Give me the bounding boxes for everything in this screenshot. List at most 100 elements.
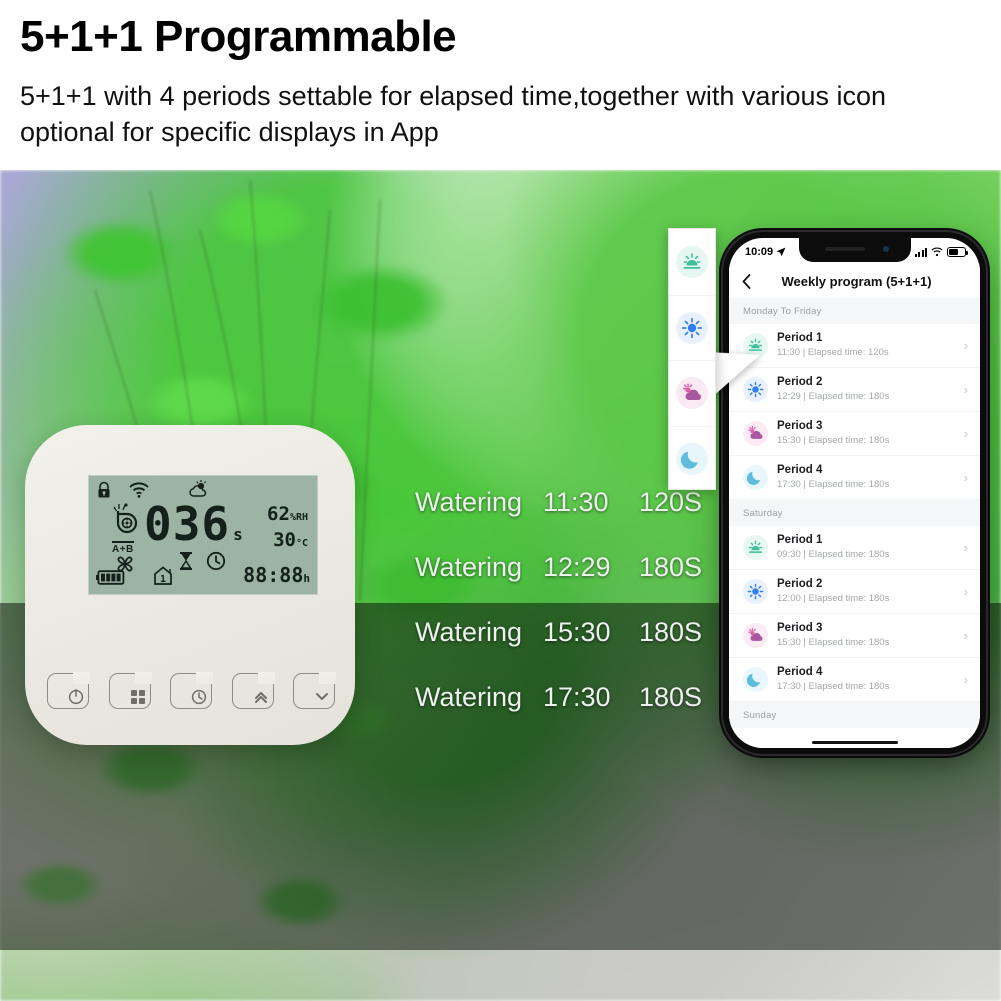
watering-time: 15:30	[543, 617, 611, 647]
battery-icon	[947, 247, 968, 257]
power-button[interactable]	[47, 672, 90, 709]
icon-option-callout-panel	[668, 228, 716, 490]
earpiece-speaker	[824, 247, 865, 251]
page-root: 5+1+1 Programmable 5+1+1 with 4 periods …	[0, 0, 1001, 1001]
chevron-right-icon: ›	[963, 584, 968, 599]
callout-item-sun[interactable]	[669, 294, 715, 361]
watering-row: Watering 12:29 180S	[415, 535, 715, 600]
period-title: Period 4	[777, 666, 823, 678]
period-meta: 15:30 | Elapsed time: 180s	[777, 637, 890, 648]
weekly-program-list[interactable]: Monday To Friday Period 1 11:30 | Elapse…	[729, 298, 980, 748]
status-bar-right	[915, 247, 968, 257]
callout-item-moon[interactable]	[669, 425, 715, 492]
sun-icon	[743, 579, 768, 604]
watering-row: Watering 17:30 180S	[415, 665, 715, 730]
status-time: 10:09	[745, 246, 774, 258]
lcd-humidity: 62%RH	[267, 503, 308, 525]
wifi-icon	[129, 482, 149, 498]
timer-button[interactable]	[170, 672, 213, 709]
period-text: Period 4 17:30 | Elapsed time: 180s	[777, 665, 955, 694]
period-title: Period 1	[777, 534, 823, 546]
up-button[interactable]	[231, 672, 275, 709]
watering-label: Watering	[415, 552, 523, 582]
period-text: Period 4 17:30 | Elapsed time: 180s	[777, 463, 955, 492]
period-meta: 17:30 | Elapsed time: 180s	[777, 479, 890, 490]
app-title: Weekly program (5+1+1)	[781, 273, 932, 289]
device-lcd-display: A+B 036 s 62%RH 30°C 1 88:88h	[88, 475, 318, 595]
period-row[interactable]: Period 4 17:30 | Elapsed time: 180s ›	[729, 658, 980, 702]
moon-icon	[676, 442, 708, 475]
page-title: 5+1+1 Programmable	[20, 12, 457, 61]
home-indicator	[811, 740, 898, 744]
menu-button[interactable]	[108, 672, 152, 709]
period-meta: 09:30 | Elapsed time: 180s	[777, 549, 890, 560]
lock-icon	[98, 481, 110, 498]
period-title: Period 2	[777, 578, 823, 590]
period-text: Period 2 12:00 | Elapsed time: 180s	[777, 577, 955, 606]
watering-label: Watering	[415, 617, 523, 647]
watering-schedule-overlay: Watering 11:30 120S Watering 12:29 180S …	[415, 470, 715, 730]
watering-duration: 180S	[639, 682, 703, 712]
sunrise-icon	[676, 245, 708, 278]
irrigation-controller-device: A+B 036 s 62%RH 30°C 1 88:88h	[25, 425, 355, 745]
power-icon	[68, 688, 84, 705]
partly-cloudy-icon	[676, 377, 708, 410]
chevron-right-icon: ›	[963, 540, 968, 555]
period-title: Period 1	[777, 332, 823, 344]
app-navigation-bar: Weekly program (5+1+1)	[729, 264, 980, 298]
period-title: Period 4	[777, 464, 823, 476]
location-arrow-icon	[776, 247, 786, 257]
callout-item-partly-cloudy[interactable]	[669, 360, 715, 426]
cellular-bars-icon	[915, 247, 927, 257]
period-row[interactable]: Period 4 17:30 | Elapsed time: 180s ›	[729, 456, 980, 500]
period-meta: 12:29 | Elapsed time: 180s	[777, 391, 890, 402]
period-text: Period 2 12:29 | Elapsed time: 180s	[777, 375, 955, 404]
front-camera	[882, 246, 889, 252]
down-button[interactable]	[293, 672, 336, 709]
watering-duration: 180S	[639, 617, 703, 647]
moon-icon	[743, 667, 768, 692]
watering-time: 12:29	[543, 552, 611, 582]
period-meta: 12:00 | Elapsed time: 180s	[777, 593, 890, 604]
period-title: Period 3	[777, 622, 823, 634]
moon-icon	[743, 465, 768, 490]
watering-label: Watering	[415, 682, 523, 712]
back-button[interactable]	[729, 273, 763, 289]
chevron-left-icon	[742, 273, 750, 289]
clock-icon	[191, 689, 207, 705]
period-row[interactable]: Period 1 09:30 | Elapsed time: 180s ›	[729, 526, 980, 570]
period-row[interactable]: Period 2 12:00 | Elapsed time: 180s ›	[729, 570, 980, 614]
period-row[interactable]: Period 1 11:30 | Elapsed time: 120s ›	[729, 324, 980, 368]
partly-cloudy-icon	[743, 421, 768, 446]
status-bar-left: 10:09	[745, 246, 786, 258]
partly-cloudy-icon	[743, 623, 768, 648]
chevron-right-icon: ›	[963, 426, 968, 441]
period-text: Period 1 11:30 | Elapsed time: 120s	[777, 331, 955, 360]
watering-time: 17:30	[543, 682, 611, 712]
phone-notch	[798, 238, 911, 262]
callout-item-sunrise[interactable]	[669, 229, 715, 295]
chevron-right-icon: ›	[963, 338, 968, 353]
lcd-clock: 88:88h	[243, 563, 310, 587]
device-button-row	[47, 672, 336, 709]
period-text: Period 1 09:30 | Elapsed time: 180s	[777, 533, 955, 562]
lcd-temperature: 30°C	[273, 529, 308, 551]
period-row[interactable]: Period 2 12:29 | Elapsed time: 180s ›	[729, 368, 980, 412]
chevron-right-icon: ›	[963, 628, 968, 643]
chevron-down-icon	[316, 693, 328, 700]
period-text: Period 3 15:30 | Elapsed time: 180s	[777, 419, 955, 448]
period-row[interactable]: Period 3 15:30 | Elapsed time: 180s ›	[729, 412, 980, 456]
period-title: Period 3	[777, 420, 823, 432]
watering-row: Watering 15:30 180S	[415, 600, 715, 665]
sun-icon	[676, 311, 708, 344]
lcd-main-value: 036 s	[144, 497, 244, 551]
group-header-sunday: Sunday	[729, 702, 980, 728]
smartphone-mockup: 10:09 Weekly program (5+1+1) Monday To F…	[723, 232, 986, 754]
period-row[interactable]: Period 3 15:30 | Elapsed time: 180s ›	[729, 614, 980, 658]
chevron-up-icon	[254, 692, 267, 703]
watering-duration: 180S	[639, 552, 703, 582]
period-text: Period 3 15:30 | Elapsed time: 180s	[777, 621, 955, 650]
chevron-right-icon: ›	[963, 470, 968, 485]
battery-icon	[96, 570, 125, 585]
page-subtitle: 5+1+1 with 4 periods settable for elapse…	[20, 81, 887, 147]
